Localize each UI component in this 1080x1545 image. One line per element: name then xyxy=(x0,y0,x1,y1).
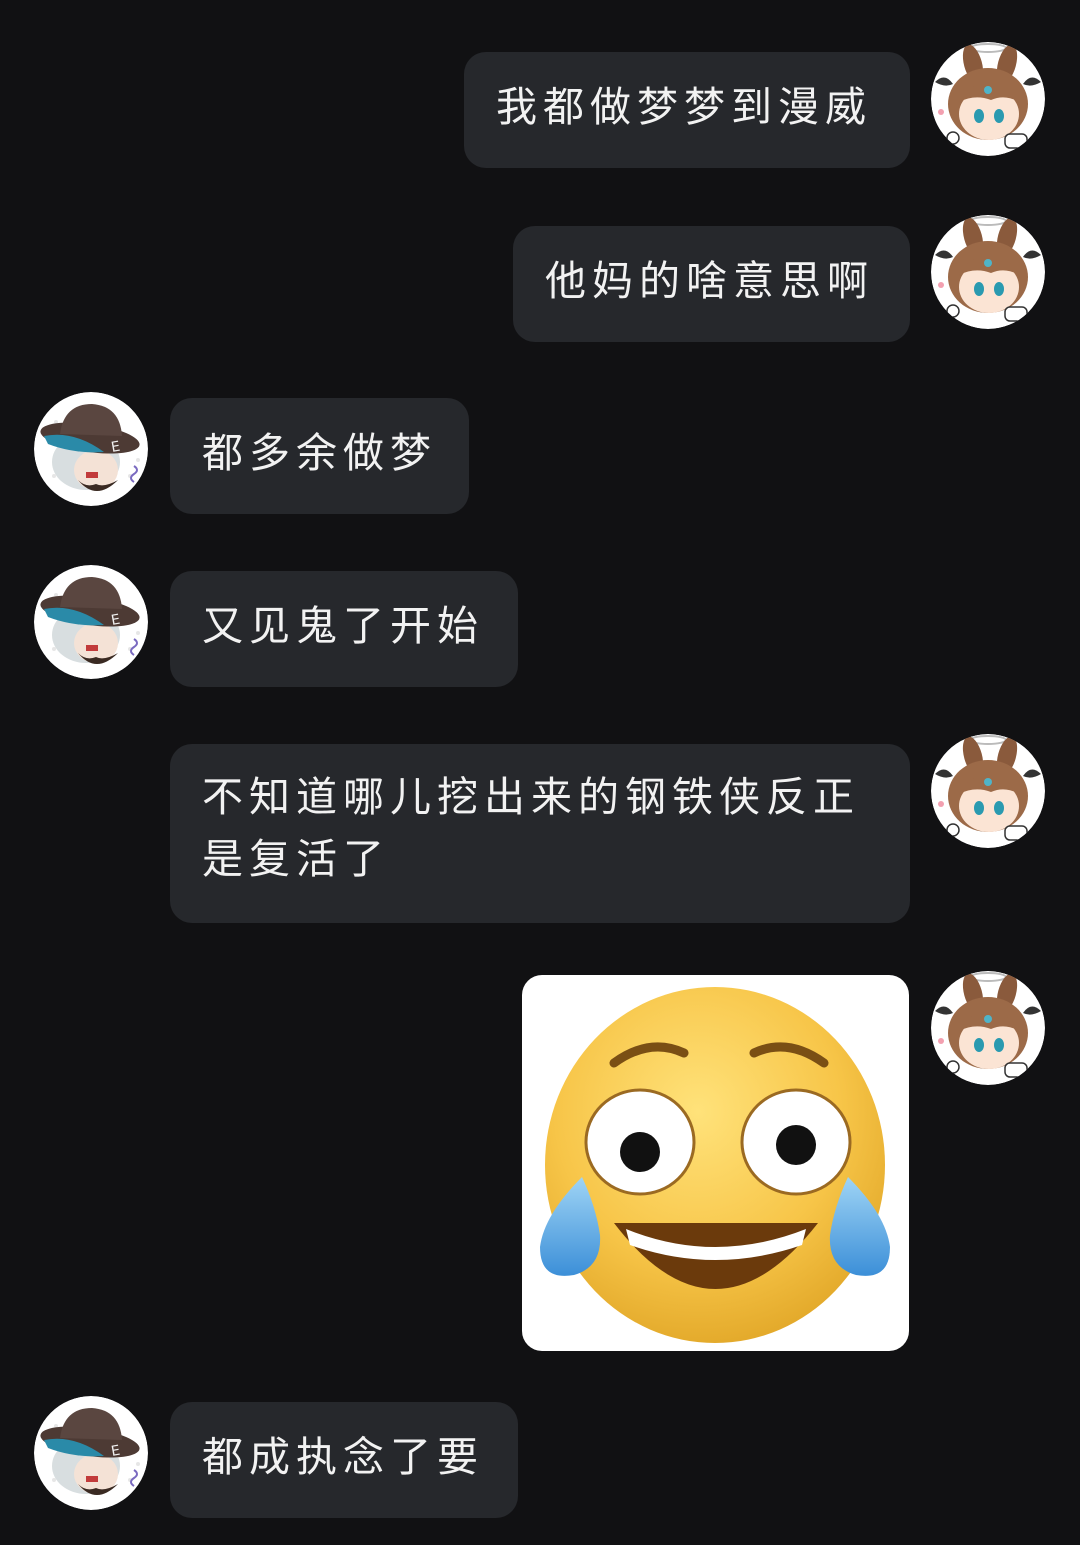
bunny-girl-avatar-icon xyxy=(931,215,1045,329)
message-text: 他妈的啥意思啊 xyxy=(545,257,874,305)
chat-message-list[interactable]: 我都做梦梦到漫威 他妈的啥意思啊 E 都多余做梦 E 又见鬼了开始 不知道哪儿挖… xyxy=(0,0,1080,1545)
my-avatar[interactable] xyxy=(931,734,1045,848)
my-avatar[interactable] xyxy=(931,42,1045,156)
friend-avatar[interactable]: E xyxy=(34,1396,148,1510)
bunny-girl-avatar-icon xyxy=(931,734,1045,848)
friend-avatar[interactable]: E xyxy=(34,392,148,506)
laughing-crying-face-emoji xyxy=(540,987,890,1343)
hat-character-avatar-icon: E xyxy=(34,565,148,679)
message-bubble[interactable]: 我都做梦梦到漫威 xyxy=(464,52,910,168)
message-bubble[interactable]: 不知道哪儿挖出来的钢铁侠反正是复活了 xyxy=(170,744,910,923)
message-bubble[interactable]: 都多余做梦 xyxy=(170,398,469,514)
message-text: 都成执念了要 xyxy=(202,1433,484,1481)
bunny-girl-avatar-icon xyxy=(931,42,1045,156)
message-text: 不知道哪儿挖出来的钢铁侠反正是复活了 xyxy=(202,773,860,883)
message-text: 我都做梦梦到漫威 xyxy=(496,83,872,131)
message-bubble[interactable]: 都成执念了要 xyxy=(170,1402,518,1518)
hat-character-avatar-icon: E xyxy=(34,1396,148,1510)
message-bubble[interactable]: 又见鬼了开始 xyxy=(170,571,518,687)
friend-avatar[interactable]: E xyxy=(34,565,148,679)
message-text: 又见鬼了开始 xyxy=(202,602,484,650)
message-text: 都多余做梦 xyxy=(202,429,437,477)
my-avatar[interactable] xyxy=(931,971,1045,1085)
my-avatar[interactable] xyxy=(931,215,1045,329)
image-message[interactable] xyxy=(522,975,909,1351)
message-bubble[interactable]: 他妈的啥意思啊 xyxy=(513,226,910,342)
bunny-girl-avatar-icon xyxy=(931,971,1045,1085)
hat-character-avatar-icon: E xyxy=(34,392,148,506)
